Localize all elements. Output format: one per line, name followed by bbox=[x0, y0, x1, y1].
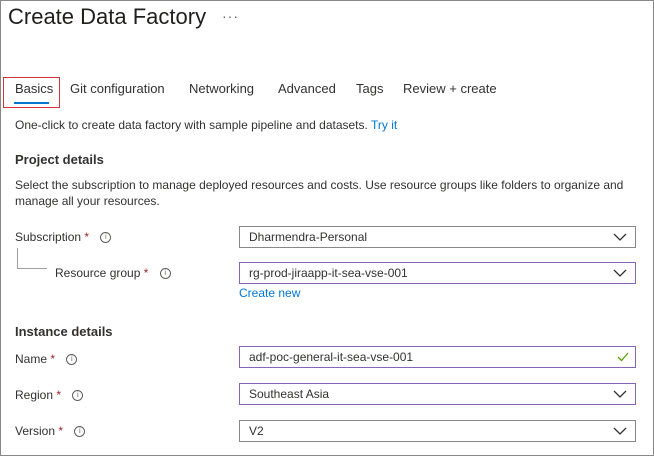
tree-connector-vertical bbox=[17, 248, 18, 269]
instance-details-heading: Instance details bbox=[15, 324, 113, 339]
info-icon[interactable]: i bbox=[74, 426, 86, 438]
required-marker: * bbox=[84, 230, 90, 244]
subscription-value: Dharmendra-Personal bbox=[249, 230, 368, 244]
tab-review-create[interactable]: Review + create bbox=[403, 81, 497, 96]
chevron-down-icon bbox=[613, 269, 627, 277]
project-description-line1: Select the subscription to manage deploy… bbox=[15, 178, 624, 192]
chevron-down-icon bbox=[613, 427, 627, 435]
version-dropdown[interactable]: V2 bbox=[239, 420, 636, 442]
region-value: Southeast Asia bbox=[249, 387, 330, 401]
page-title: Create Data Factory bbox=[8, 4, 207, 29]
tree-connector-horizontal bbox=[17, 268, 47, 269]
version-label: Version * i bbox=[15, 424, 86, 438]
tab-git-configuration[interactable]: Git configuration bbox=[70, 81, 165, 96]
chevron-down-icon bbox=[613, 390, 627, 398]
region-label-text: Region bbox=[15, 388, 54, 402]
required-marker: * bbox=[143, 266, 149, 280]
create-new-link[interactable]: Create new bbox=[239, 286, 300, 300]
tab-networking[interactable]: Networking bbox=[189, 81, 254, 96]
try-it-link[interactable]: Try it bbox=[371, 118, 397, 132]
resource-group-dropdown[interactable]: rg-prod-jiraapp-it-sea-vse-001 bbox=[239, 262, 636, 284]
info-icon[interactable]: i bbox=[72, 390, 84, 402]
resource-group-label-text: Resource group bbox=[55, 266, 141, 280]
required-marker: * bbox=[56, 388, 62, 402]
more-options-button[interactable]: ··· bbox=[222, 8, 239, 24]
intro-text: One-click to create data factory with sa… bbox=[15, 118, 397, 132]
tab-basics[interactable]: Basics bbox=[15, 81, 53, 96]
intro-description: One-click to create data factory with sa… bbox=[15, 118, 368, 132]
region-dropdown[interactable]: Southeast Asia bbox=[239, 383, 636, 405]
info-icon[interactable]: i bbox=[100, 232, 112, 244]
active-tab-underline bbox=[14, 102, 49, 104]
resource-group-value: rg-prod-jiraapp-it-sea-vse-001 bbox=[249, 266, 408, 280]
subscription-dropdown[interactable]: Dharmendra-Personal bbox=[239, 226, 636, 248]
version-label-text: Version bbox=[15, 424, 56, 438]
name-label: Name * i bbox=[15, 352, 78, 366]
info-icon[interactable]: i bbox=[159, 268, 171, 280]
name-input[interactable]: adf-poc-general-it-sea-vse-001 bbox=[239, 346, 636, 368]
chevron-down-icon bbox=[613, 233, 627, 241]
tab-advanced[interactable]: Advanced bbox=[278, 81, 336, 96]
name-label-text: Name bbox=[15, 352, 48, 366]
tab-tags[interactable]: Tags bbox=[356, 81, 383, 96]
info-icon[interactable]: i bbox=[66, 354, 78, 366]
version-value: V2 bbox=[249, 424, 264, 438]
region-label: Region * i bbox=[15, 388, 84, 402]
project-details-heading: Project details bbox=[15, 152, 104, 167]
project-description-line2: manage all your resources. bbox=[15, 194, 160, 208]
subscription-label: Subscription * i bbox=[15, 230, 112, 244]
resource-group-label: Resource group * i bbox=[55, 266, 171, 280]
subscription-label-text: Subscription bbox=[15, 230, 82, 244]
name-value: adf-poc-general-it-sea-vse-001 bbox=[249, 350, 414, 364]
checkmark-icon bbox=[617, 352, 629, 362]
required-marker: * bbox=[58, 424, 64, 438]
required-marker: * bbox=[50, 352, 56, 366]
